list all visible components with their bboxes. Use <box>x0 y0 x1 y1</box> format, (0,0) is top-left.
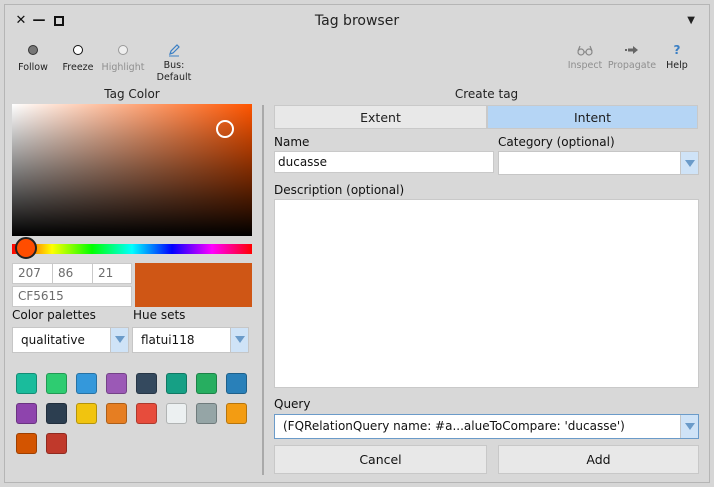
color-palettes-value: qualitative <box>21 333 85 347</box>
propagate-button[interactable]: Propagate <box>607 43 657 72</box>
chevron-down-icon[interactable] <box>680 152 698 174</box>
title-bar: ✕ — Tag browser ▼ <box>5 5 709 39</box>
freeze-dot-icon <box>58 45 98 59</box>
query-label: Query <box>274 397 311 411</box>
tag-browser-window: ✕ — Tag browser ▼ Follow Freeze Highligh… <box>4 4 710 483</box>
bus-label: Bus: Default <box>156 60 192 83</box>
palette-swatch[interactable] <box>166 403 187 424</box>
cancel-button[interactable]: Cancel <box>274 445 487 474</box>
palette-swatch[interactable] <box>226 403 247 424</box>
panel-divider[interactable] <box>262 105 264 475</box>
hue-slider[interactable] <box>12 237 252 259</box>
description-textarea[interactable] <box>274 199 699 388</box>
hue-slider-handle[interactable] <box>15 237 37 259</box>
palette-swatch[interactable] <box>166 373 187 394</box>
palette-swatch[interactable] <box>106 403 127 424</box>
description-label: Description (optional) <box>274 183 405 197</box>
palette-swatch[interactable] <box>46 433 67 454</box>
hue-sets-label: Hue sets <box>133 308 186 322</box>
highlight-label: Highlight <box>101 62 145 73</box>
category-dropdown[interactable] <box>498 151 699 175</box>
propagate-label: Propagate <box>607 60 657 71</box>
color-palettes-dropdown[interactable]: qualitative <box>12 327 129 353</box>
follow-dot-icon <box>13 45 53 59</box>
palette-swatch[interactable] <box>136 403 157 424</box>
glasses-icon <box>563 43 607 57</box>
color-palettes-label: Color palettes <box>12 308 96 322</box>
red-field[interactable]: 207 <box>12 263 53 284</box>
freeze-label: Freeze <box>62 62 94 73</box>
create-tag-header: Create tag <box>454 87 519 101</box>
palette-swatch[interactable] <box>76 403 97 424</box>
chevron-down-icon[interactable] <box>680 415 698 438</box>
palette-swatch[interactable] <box>16 403 37 424</box>
tag-color-header: Tag Color <box>104 87 160 101</box>
arrow-icon <box>607 43 657 57</box>
query-value: (FQRelationQuery name: #a...alueToCompar… <box>283 419 625 433</box>
hex-field[interactable]: CF5615 <box>12 286 132 307</box>
hue-sets-dropdown[interactable]: flatui118 <box>132 327 249 353</box>
green-field[interactable]: 86 <box>52 263 93 284</box>
follow-label: Follow <box>18 62 48 73</box>
tab-extent[interactable]: Extent <box>274 105 487 129</box>
palette-swatch[interactable] <box>136 373 157 394</box>
window-menu-chevron-icon[interactable]: ▼ <box>687 15 695 26</box>
blue-field[interactable]: 21 <box>92 263 132 284</box>
name-field[interactable]: ducasse <box>274 151 494 173</box>
tab-intent[interactable]: Intent <box>487 105 698 129</box>
add-button[interactable]: Add <box>498 445 699 474</box>
help-label: Help <box>666 60 688 71</box>
hue-sets-value: flatui118 <box>141 333 195 347</box>
follow-button[interactable]: Follow <box>13 43 53 74</box>
question-icon: ? <box>673 43 681 57</box>
pencil-icon <box>146 43 202 57</box>
palette-swatch[interactable] <box>76 373 97 394</box>
inspect-label: Inspect <box>567 60 603 71</box>
palette-swatch[interactable] <box>196 403 217 424</box>
chevron-down-icon[interactable] <box>110 328 128 352</box>
palette-swatch[interactable] <box>196 373 217 394</box>
saturation-value-handle[interactable] <box>216 120 234 138</box>
query-dropdown[interactable]: (FQRelationQuery name: #a...alueToCompar… <box>274 414 699 439</box>
palette-swatch[interactable] <box>46 403 67 424</box>
palette-swatch[interactable] <box>16 373 37 394</box>
palette-swatch[interactable] <box>226 373 247 394</box>
palette-swatch[interactable] <box>16 433 37 454</box>
palette-swatch[interactable] <box>46 373 67 394</box>
chevron-down-icon[interactable] <box>230 328 248 352</box>
inspect-button[interactable]: Inspect <box>563 43 607 72</box>
category-label: Category (optional) <box>498 135 615 149</box>
highlight-button[interactable]: Highlight <box>101 43 145 74</box>
freeze-button[interactable]: Freeze <box>58 43 98 74</box>
color-preview <box>135 263 252 307</box>
window-title: Tag browser <box>314 13 400 29</box>
saturation-value-picker[interactable] <box>12 104 252 236</box>
bus-button[interactable]: Bus: Default <box>146 43 202 84</box>
palette-swatch[interactable] <box>106 373 127 394</box>
highlight-dot-icon <box>101 45 145 59</box>
name-label: Name <box>274 135 310 149</box>
help-button[interactable]: ? Help <box>662 43 692 72</box>
